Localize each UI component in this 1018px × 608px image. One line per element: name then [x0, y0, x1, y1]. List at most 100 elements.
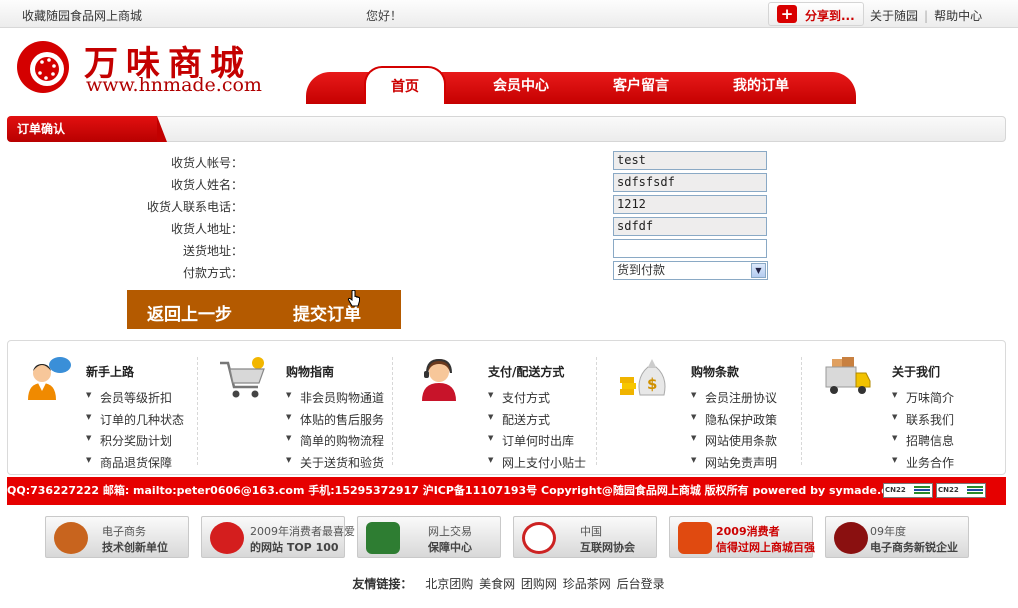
help-column-shopping-guide: 购物指南 非会员购物通道 体贴的售后服务 简单的购物流程 关于送货和验货 — [204, 341, 400, 475]
cnzz-badge[interactable]: CN22 — [936, 483, 986, 498]
help-link[interactable]: 业务合作 — [892, 454, 954, 476]
section-title: 订单确认 — [7, 116, 167, 142]
help-link[interactable]: 招聘信息 — [892, 432, 954, 454]
help-link[interactable]: 联系我们 — [892, 411, 954, 433]
nav-home[interactable]: 首页 — [364, 66, 446, 104]
payment-selected-value: 货到付款 — [617, 263, 666, 277]
chevron-down-icon[interactable]: ▼ — [751, 263, 766, 278]
top-links: 关于随园 | 帮助中心 — [870, 7, 982, 24]
trust-badge[interactable]: 网上交易 保障中心 — [357, 516, 501, 558]
money-bag-icon: $ — [620, 359, 666, 396]
help-link[interactable]: 会员等级折扣 — [86, 389, 184, 411]
nav-my-orders[interactable]: 我的订单 — [716, 72, 806, 104]
help-center-link[interactable]: 帮助中心 — [934, 9, 982, 23]
help-link[interactable]: 网站免责声明 — [691, 454, 777, 476]
shield-icon — [366, 522, 400, 554]
divider — [801, 357, 802, 465]
back-button[interactable]: 返回上一步 — [147, 300, 232, 325]
help-link[interactable]: 隐私保护政策 — [691, 411, 777, 433]
flag-stripes-icon — [967, 486, 983, 495]
about-link[interactable]: 关于随园 — [870, 9, 918, 23]
trust-badge[interactable]: 中国 互联网协会 — [513, 516, 657, 558]
nav-member-center[interactable]: 会员中心 — [476, 72, 566, 104]
help-link[interactable]: 会员注册协议 — [691, 389, 777, 411]
friend-link[interactable]: 后台登录 — [617, 577, 665, 591]
logo-emblem-icon — [17, 41, 69, 93]
help-link[interactable]: 支付方式 — [488, 389, 586, 411]
help-link[interactable]: 网站使用条款 — [691, 432, 777, 454]
delivery-truck-icon — [825, 357, 871, 394]
help-link[interactable]: 万味简介 — [892, 389, 954, 411]
badge-line2: 技术创新单位 — [102, 541, 168, 554]
support-person-icon — [28, 357, 71, 400]
friend-link[interactable]: 团购网 — [521, 577, 557, 591]
help-column-terms: $ 购物条款 会员注册协议 隐私保护政策 网站使用条款 网站免责声明 — [604, 341, 800, 475]
nav-customer-message[interactable]: 客户留言 — [596, 72, 686, 104]
help-links: 会员注册协议 隐私保护政策 网站使用条款 网站免责声明 — [691, 389, 777, 475]
field-label: 收货人姓名： — [170, 178, 243, 192]
field-label: 送货地址： — [182, 244, 243, 258]
account-field[interactable]: test — [613, 151, 767, 170]
help-link[interactable]: 商品退货保障 — [86, 454, 184, 476]
badge-line2: 保障中心 — [428, 541, 472, 554]
favorite-link[interactable]: 收藏随园食品网上商城 — [22, 7, 142, 24]
cnzz-badge[interactable]: CN22 — [883, 483, 933, 498]
field-label: 收货人联系电话： — [146, 200, 243, 214]
form-row-address: 收货人地址： sdfdf — [0, 217, 1018, 239]
trust-seal-icon — [522, 522, 556, 554]
field-label: 收货人地址： — [170, 222, 243, 236]
help-link[interactable]: 订单何时出库 — [488, 432, 586, 454]
help-link[interactable]: 网上支付小贴士 — [488, 454, 586, 476]
friend-links-label: 友情链接： — [352, 577, 413, 591]
name-field[interactable]: sdfsfsdf — [613, 173, 767, 192]
form-row-payment: 付款方式： 货到付款 ▼ — [0, 261, 1018, 283]
main-nav: 首页 会员中心 客户留言 我的订单 — [306, 66, 856, 104]
help-link[interactable]: 体贴的售后服务 — [286, 411, 384, 433]
site-logo[interactable]: 万味商城 www.hnmade.com — [16, 36, 276, 98]
share-button[interactable]: + 分享到... — [768, 2, 864, 26]
friend-link[interactable]: 珍品茶网 — [563, 577, 611, 591]
help-link[interactable]: 订单的几种状态 — [86, 411, 184, 433]
trust-badge[interactable]: 2009年消费者最喜爱 的网站 TOP 100 — [201, 516, 355, 558]
friend-link[interactable]: 北京团购 — [425, 577, 473, 591]
address-field[interactable]: sdfdf — [613, 217, 767, 236]
help-link[interactable]: 简单的购物流程 — [286, 432, 384, 454]
divider — [197, 357, 198, 465]
phone-field[interactable]: 1212 — [613, 195, 767, 214]
help-title: 购物条款 — [691, 365, 740, 379]
delivery-address-field[interactable] — [613, 239, 767, 258]
szis-seal-icon — [54, 522, 88, 554]
help-link[interactable]: 非会员购物通道 — [286, 389, 384, 411]
help-link[interactable]: 配送方式 — [488, 411, 586, 433]
help-column-newbie: 新手上路 会员等级折扣 订单的几种状态 积分奖励计划 商品退货保障 — [8, 341, 204, 475]
greeting-text: 您好！ — [366, 9, 403, 23]
shopping-cart-icon — [220, 357, 265, 398]
badge-line1: 09年度 — [870, 525, 906, 538]
friend-link[interactable]: 美食网 — [479, 577, 515, 591]
trust-badge[interactable]: 09年度 电子商务新锐企业 — [825, 516, 969, 558]
help-column-payment-delivery: 支付/配送方式 支付方式 配送方式 订单何时出库 网上支付小贴士 — [400, 341, 596, 475]
divider — [392, 357, 393, 465]
badge-line2: 电子商务新锐企业 — [870, 541, 958, 554]
badge-line1: 中国 — [580, 525, 602, 538]
help-panel: 新手上路 会员等级折扣 订单的几种状态 积分奖励计划 商品退货保障 购物指南 非… — [7, 340, 1006, 475]
badge-line1: 电子商务 — [102, 525, 146, 538]
logo-url: www.hnmade.com — [86, 74, 262, 96]
help-title: 支付/配送方式 — [488, 365, 565, 379]
trust-badge[interactable]: 电子商务 技术创新单位 — [45, 516, 189, 558]
footer-info-strip: QQ:736227222 邮箱: mailto:peter0606@163.co… — [7, 477, 1006, 505]
help-column-about-us: 关于我们 万味简介 联系我们 招聘信息 业务合作 — [808, 341, 1004, 475]
help-title: 关于我们 — [892, 365, 941, 379]
b-logo-icon — [678, 522, 712, 554]
help-links: 万味简介 联系我们 招聘信息 业务合作 — [892, 389, 954, 475]
plus-icon: + — [777, 5, 797, 23]
flag-stripes-icon — [914, 486, 930, 495]
badge-label: CN22 — [885, 486, 906, 494]
share-label: 分享到... — [805, 9, 855, 23]
payment-select[interactable]: 货到付款 ▼ — [613, 261, 768, 280]
trust-badge[interactable]: 2009消费者 信得过网上商城百强 — [669, 516, 815, 558]
badge-label: CN22 — [938, 486, 959, 494]
help-link[interactable]: 积分奖励计划 — [86, 432, 184, 454]
badge-line2: 互联网协会 — [580, 541, 635, 554]
help-link[interactable]: 关于送货和验货 — [286, 454, 384, 476]
